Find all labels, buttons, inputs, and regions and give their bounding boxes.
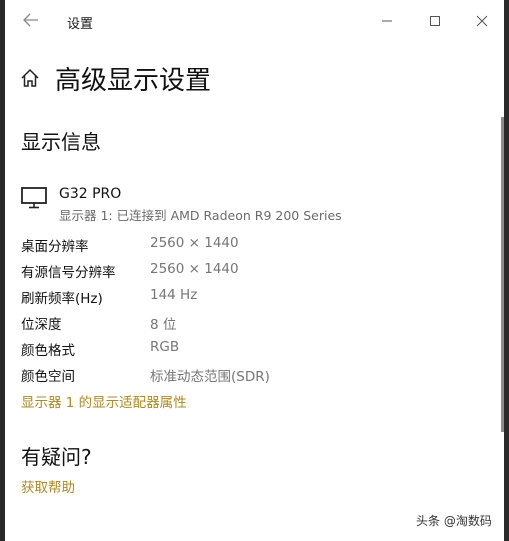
info-value: 标准动态范围(SDR) (150, 369, 270, 385)
get-help-link[interactable]: 获取帮助 (21, 476, 75, 496)
info-value: 2560 × 1440 (150, 235, 239, 251)
display-adapter-properties-link[interactable]: 显示器 1 的显示适配器属性 (21, 391, 187, 411)
info-label: 桌面分辨率 (21, 239, 89, 255)
info-label: 位深度 (21, 317, 62, 333)
info-row-active-signal-resolution: 有源信号分辨率 2560 × 1440 (21, 261, 461, 281)
home-icon (21, 68, 39, 87)
monitor-icon (21, 187, 47, 209)
info-label: 刷新频率(Hz) (21, 291, 103, 307)
maximize-icon (430, 16, 440, 26)
info-row-color-format: 颜色格式 RGB (21, 339, 461, 359)
info-value: 8 位 (150, 317, 177, 333)
page-header: 高级显示设置 (19, 60, 211, 96)
scrollbar[interactable] (501, 117, 504, 432)
info-label: 有源信号分辨率 (21, 265, 116, 281)
info-value: 2560 × 1440 (150, 261, 239, 277)
app-title: 设置 (67, 17, 94, 32)
info-row-desktop-resolution: 桌面分辨率 2560 × 1440 (21, 235, 461, 255)
monitor-info: G32 PRO 显示器 1: 已连接到 AMD Radeon R9 200 Se… (21, 184, 461, 224)
close-button[interactable] (467, 8, 497, 34)
info-label: 颜色空间 (21, 369, 75, 385)
section-title-display-info: 显示信息 (21, 130, 101, 154)
back-arrow-icon (23, 13, 38, 27)
close-icon (476, 15, 488, 27)
minimize-button[interactable] (372, 8, 402, 34)
title-bar: 设置 (5, 0, 504, 42)
minimize-icon (382, 20, 392, 22)
info-row-refresh-rate: 刷新频率(Hz) 144 Hz (21, 287, 461, 307)
info-row-color-space: 颜色空间 标准动态范围(SDR) (21, 365, 461, 385)
info-value: 144 Hz (150, 287, 198, 303)
back-button[interactable] (17, 8, 45, 32)
info-row-bit-depth: 位深度 8 位 (21, 313, 461, 333)
monitor-name: G32 PRO (59, 186, 122, 202)
help-section-title: 有疑问? (21, 445, 92, 469)
maximize-button[interactable] (420, 8, 450, 34)
home-button[interactable] (19, 67, 41, 89)
monitor-description: 显示器 1: 已连接到 AMD Radeon R9 200 Series (59, 208, 342, 223)
watermark: 头条 @淘数码 (416, 514, 492, 528)
page-title: 高级显示设置 (55, 65, 212, 96)
info-value: RGB (150, 339, 180, 355)
info-label: 颜色格式 (21, 343, 75, 359)
settings-window: 设置 高级显示设置 显示信息 G32 PRO 显示器 1: 已连接到 AMD R… (5, 0, 504, 541)
